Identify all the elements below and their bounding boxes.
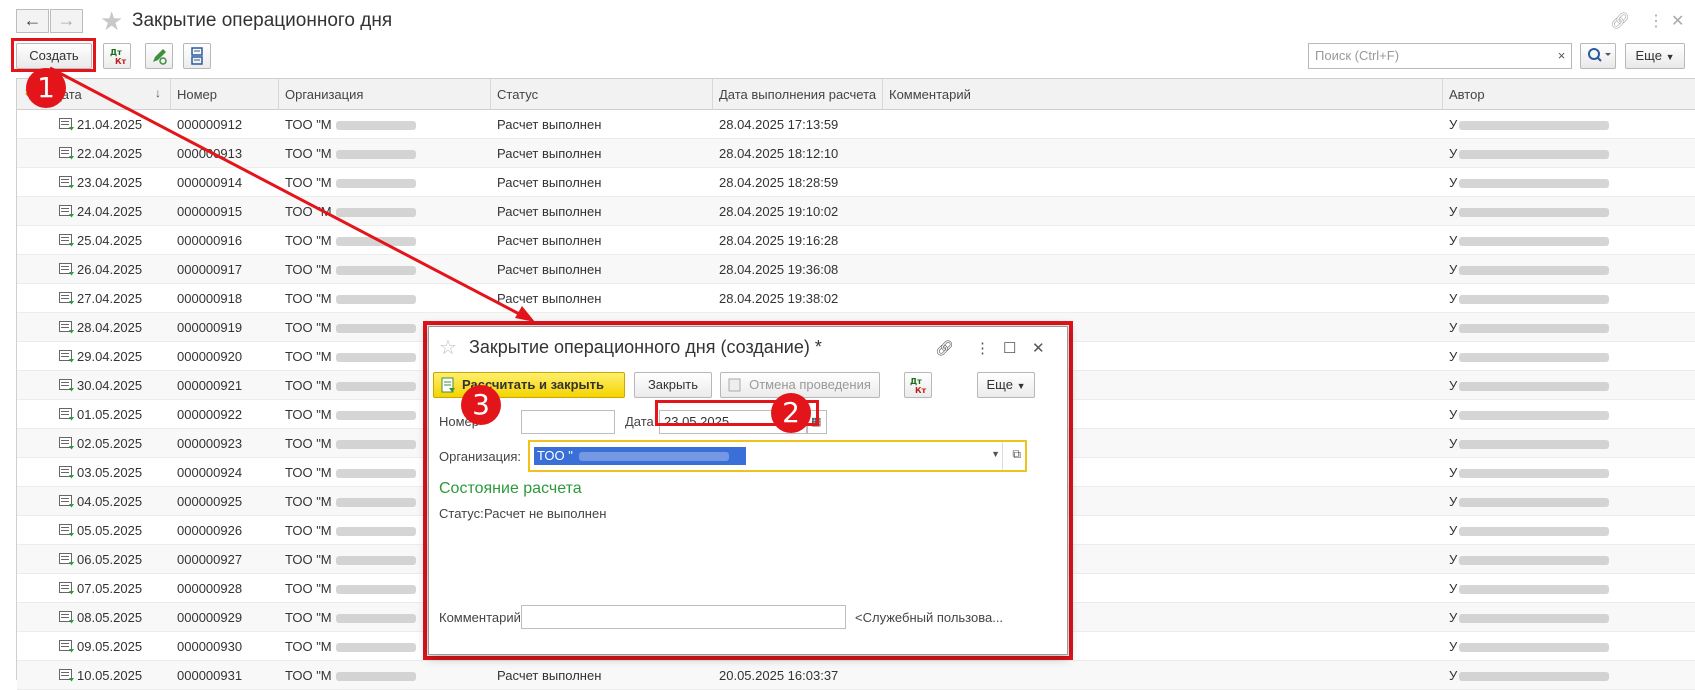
more-vertical-icon[interactable]: ⋮	[975, 339, 990, 357]
create-dialog: ☆ Закрытие операционного дня (создание) …	[428, 326, 1068, 655]
svg-text:Дт: Дт	[910, 377, 922, 386]
organization-field[interactable]: ТОО " ▼ ⧉	[528, 440, 1027, 472]
unpost-icon	[728, 378, 741, 392]
favorite-star-icon[interactable]: ☆	[439, 335, 457, 360]
chevron-down-icon: ▼	[1016, 381, 1026, 391]
calc-state-title: Состояние расчета	[439, 480, 582, 497]
highlight-create-button	[11, 38, 96, 72]
status-value: Расчет не выполнен	[484, 506, 607, 521]
annotation-3: 3	[461, 385, 501, 425]
date-label: Дата:	[625, 414, 658, 429]
dt-kt-icon[interactable]: Дт Кт	[904, 372, 932, 398]
dialog-title: Закрытие операционного дня (создание) *	[469, 337, 822, 357]
comment-label: Комментарий:	[439, 610, 525, 625]
maximize-icon[interactable]: ☐	[1003, 339, 1016, 357]
open-icon[interactable]: ⧉	[1012, 447, 1021, 462]
annotation-1: 1	[26, 68, 66, 108]
annotation-2: 2	[771, 393, 811, 433]
calc-doc-icon	[441, 377, 455, 393]
calc-and-close-button[interactable]: Рассчитать и закрыть	[433, 372, 625, 398]
organization-value: ТОО "	[534, 447, 746, 465]
link-icon[interactable]: 🔗︎	[935, 339, 954, 357]
comment-field[interactable]	[521, 605, 846, 629]
number-field[interactable]	[521, 410, 615, 434]
dialog-more-button[interactable]: Еще ▼	[977, 372, 1035, 398]
close-icon[interactable]: ✕	[1032, 339, 1045, 357]
svg-text:Кт: Кт	[915, 386, 927, 395]
dialog-more-label: Еще	[986, 377, 1013, 392]
unpost-button[interactable]: Отмена проведения	[720, 372, 880, 398]
unpost-label: Отмена проведения	[749, 377, 871, 392]
dropdown-arrow-icon[interactable]: ▼	[991, 449, 1000, 459]
status-label: Статус:	[439, 506, 484, 521]
close-button[interactable]: Закрыть	[634, 372, 712, 398]
author-value: <Служебный пользова...	[855, 610, 1004, 625]
organization-label: Организация:	[439, 449, 522, 464]
